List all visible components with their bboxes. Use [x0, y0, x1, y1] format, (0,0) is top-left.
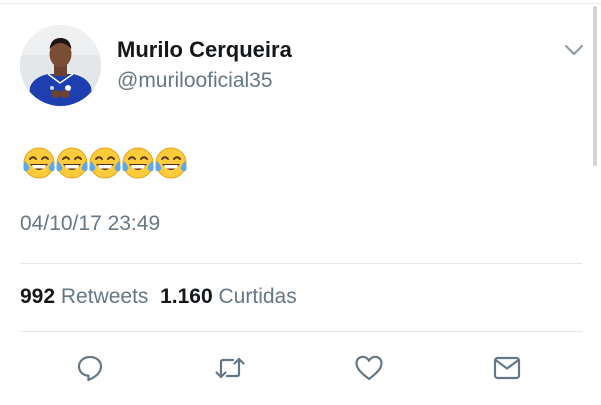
retweets-label: Retweets [60, 285, 149, 308]
retweets-count: 992 [20, 285, 56, 308]
retweet-icon [215, 357, 245, 379]
divider [20, 331, 582, 332]
username-handle[interactable]: @murilooficial35 [117, 68, 273, 94]
tweet-stats: 992 Retweets 1.160 Curtidas [20, 284, 297, 310]
tweet-menu-button[interactable] [562, 40, 586, 60]
retweets-stat[interactable]: 992 Retweets [20, 285, 148, 308]
avatar[interactable] [20, 25, 101, 106]
likes-count: 1.160 [160, 285, 213, 308]
display-name[interactable]: Murilo Cerqueira [117, 37, 292, 63]
divider [20, 263, 582, 264]
profile-photo-icon [20, 25, 101, 106]
likes-stat[interactable]: 1.160 Curtidas [160, 285, 297, 308]
chevron-down-icon [565, 45, 583, 55]
direct-message-button[interactable] [490, 351, 524, 385]
tweet-timestamp[interactable]: 04/10/17 23:49 [20, 211, 160, 237]
tweet-detail: Murilo Cerqueira @murilooficial35 04/10/… [0, 0, 601, 405]
top-divider [0, 3, 601, 4]
likes-label: Curtidas [218, 285, 297, 308]
tweet-text [20, 144, 187, 182]
envelope-icon [493, 356, 521, 380]
tears-of-joy-emoji-icon [155, 147, 187, 179]
like-button[interactable] [352, 351, 386, 385]
scrollbar[interactable] [593, 6, 597, 166]
reply-button[interactable] [73, 351, 107, 385]
heart-icon [355, 355, 383, 381]
reply-icon [77, 355, 103, 382]
retweet-button[interactable] [213, 351, 247, 385]
